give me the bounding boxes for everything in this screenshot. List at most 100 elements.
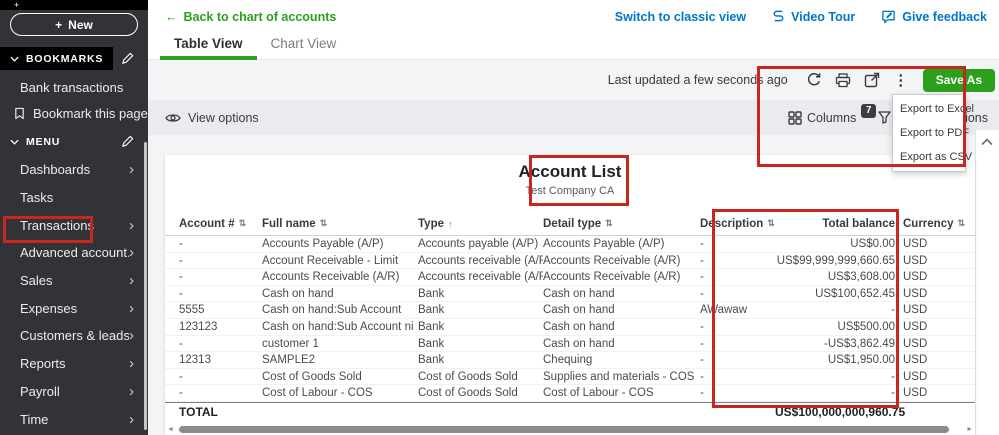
pencil-icon[interactable] <box>121 52 134 65</box>
sort-icon: ⇅ <box>605 218 613 229</box>
sidebar-item-reports[interactable]: Reports › <box>0 350 148 378</box>
switch-classic-link[interactable]: Switch to classic view <box>615 10 746 24</box>
sidebar-item-time[interactable]: Time › <box>0 405 148 433</box>
eye-icon <box>165 112 181 124</box>
tab-chart-view-label: Chart View <box>271 36 337 51</box>
table-row[interactable]: - customer 1 Bank Cash on hand - -US$3,8… <box>165 336 975 353</box>
view-options-button[interactable]: View options <box>165 100 259 135</box>
column-header-total-balance[interactable]: Total balance <box>775 218 895 230</box>
options-bar: View options Columns 7 Filter 1 ptions <box>148 100 999 135</box>
switch-classic-label: Switch to classic view <box>615 10 746 24</box>
save-as-button[interactable]: Save As <box>923 69 995 92</box>
tab-table-view-label: Table View <box>174 36 243 51</box>
sort-icon: ↑ <box>448 219 453 229</box>
column-header-currency[interactable]: Currency ⇅ <box>895 218 975 230</box>
table-row[interactable]: 12313 SAMPLE2 Bank Chequing - US$1,950.0… <box>165 352 975 369</box>
table-row[interactable]: 123123 Cash on hand:Sub Account ni Bank … <box>165 319 975 336</box>
cell-full-name: Cost of Goods Sold <box>262 369 418 385</box>
sidebar-item-customers-leads[interactable]: Customers & leads › <box>0 322 148 350</box>
sidebar-item-dashboards[interactable]: Dashboards › <box>0 156 148 184</box>
new-button[interactable]: + New <box>10 13 138 36</box>
table-row[interactable]: - Cost of Goods Sold Cost of Goods Sold … <box>165 369 975 386</box>
tab-chart-view[interactable]: Chart View <box>257 30 351 60</box>
cell-detail-type: Accounts Receivable (A/R) <box>543 253 700 269</box>
cell-type: Accounts receivable (A/R) <box>418 253 543 269</box>
sidebar-item-payroll[interactable]: Payroll › <box>0 378 148 406</box>
cell-detail-type: Cash on hand <box>543 319 700 335</box>
cell-full-name: Accounts Payable (A/P) <box>262 236 418 252</box>
chevron-right-icon: › <box>129 301 134 316</box>
filter-icon <box>878 111 891 124</box>
cell-full-name: Cash on hand:Sub Account <box>262 302 418 318</box>
cell-account-number: - <box>179 269 262 285</box>
tab-table-view[interactable]: Table View <box>160 30 257 60</box>
last-updated-text: Last updated a few seconds ago <box>608 73 788 87</box>
columns-button[interactable]: Columns 7 <box>788 100 876 135</box>
cell-currency: USD <box>895 269 975 285</box>
sidebar-item-sales[interactable]: Sales › <box>0 267 148 295</box>
sidebar-item-advanced-account[interactable]: Advanced account... › <box>0 239 148 267</box>
column-header-account[interactable]: Account # ⇅ <box>179 218 262 230</box>
table-row[interactable]: 5555 Cash on hand:Sub Account Bank Cash … <box>165 302 975 319</box>
bank-transactions-label: Bank transactions <box>20 80 123 95</box>
cell-total-balance: US$100,652.45 <box>775 286 895 302</box>
export-button[interactable] <box>864 72 880 88</box>
chevron-right-icon: › <box>129 162 134 177</box>
more-options-button[interactable]: ⋮ <box>893 73 908 88</box>
cell-account-number: - <box>179 336 262 352</box>
cell-total-balance: US$500.00 <box>775 319 895 335</box>
sidebar-item-label: Payroll <box>20 384 129 399</box>
column-header-full-name[interactable]: Full name ⇅ <box>262 218 418 230</box>
sidebar-item-label: Transactions <box>20 218 129 233</box>
cell-currency: USD <box>895 253 975 269</box>
main-area: ← Back to chart of accounts Switch to cl… <box>148 0 999 435</box>
top-links: Switch to classic view Video Tour Give f… <box>615 9 987 24</box>
table-row[interactable]: - Accounts Payable (A/P) Accounts payabl… <box>165 236 975 253</box>
sidebar-item-label: Reports <box>20 356 129 371</box>
scroll-right-arrow[interactable]: ► <box>966 426 973 433</box>
menu-section-header[interactable]: MENU <box>0 130 148 153</box>
export-menu-item-export-as-csv[interactable]: Export as CSV <box>893 145 965 169</box>
cell-account-number: 123123 <box>179 319 262 335</box>
sidebar-item-bank-transactions[interactable]: Bank transactions <box>0 77 148 97</box>
scrollbar-track[interactable] <box>177 426 963 433</box>
column-header-description[interactable]: Description ⇅ <box>700 218 775 230</box>
export-menu-item-export-to-excel[interactable]: Export to Excel <box>893 97 965 121</box>
column-header-detail-type[interactable]: Detail type ⇅ <box>543 218 700 230</box>
scrollbar-thumb[interactable] <box>179 426 949 433</box>
scroll-left-arrow[interactable]: ◄ <box>167 426 174 433</box>
cell-description: - <box>700 236 775 252</box>
bookmark-this-page-button[interactable]: Bookmark this page <box>0 103 148 123</box>
sidebar-scrollbar[interactable] <box>144 142 148 430</box>
cell-full-name: customer 1 <box>262 336 418 352</box>
export-menu-item-export-to-pdf[interactable]: Export to PDF <box>893 121 965 145</box>
cell-description: - <box>700 352 775 368</box>
sidebar-item-transactions[interactable]: Transactions › <box>0 211 148 239</box>
sort-icon: ⇅ <box>239 218 247 229</box>
feedback-icon <box>881 9 896 24</box>
sidebar-item-expenses[interactable]: Expenses › <box>0 294 148 322</box>
cell-type: Cost of Goods Sold <box>418 385 543 401</box>
column-header-type[interactable]: Type ↑ <box>418 218 543 230</box>
cell-currency: USD <box>895 385 975 401</box>
sidebar-item-tasks[interactable]: Tasks › <box>0 184 148 212</box>
video-tour-label: Video Tour <box>791 10 855 24</box>
cell-currency: USD <box>895 286 975 302</box>
cell-description: - <box>700 385 775 401</box>
table-row[interactable]: - Account Receivable - Limit Accounts re… <box>165 253 975 270</box>
video-tour-link[interactable]: Video Tour <box>772 9 855 24</box>
table-row[interactable]: - Accounts Receivable (A/R) Accounts rec… <box>165 269 975 286</box>
columns-label: Columns <box>807 111 856 125</box>
table-row[interactable]: - Cost of Labour - COS Cost of Goods Sol… <box>165 385 975 402</box>
column-header-label: Detail type <box>543 218 601 230</box>
collapse-button[interactable] <box>981 138 993 146</box>
refresh-button[interactable] <box>806 72 822 88</box>
give-feedback-link[interactable]: Give feedback <box>881 9 987 24</box>
pencil-icon[interactable] <box>121 135 134 148</box>
print-button[interactable] <box>835 73 851 88</box>
horizontal-scrollbar[interactable]: ◄ ► <box>167 425 973 433</box>
cell-description: - <box>700 336 775 352</box>
bookmarks-section-header[interactable]: BOOKMARKS <box>0 47 148 70</box>
back-link[interactable]: ← Back to chart of accounts <box>165 10 336 24</box>
table-row[interactable]: - Cash on hand Bank Cash on hand - US$10… <box>165 286 975 303</box>
